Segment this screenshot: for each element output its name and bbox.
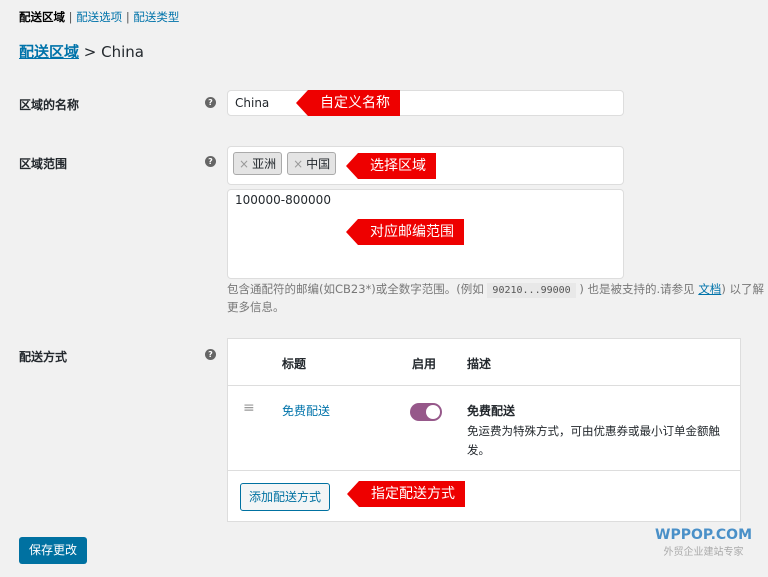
zone-regions-label: 区域范围: [19, 157, 68, 171]
sub-navigation: 配送区域 | 配送选项 | 配送类型: [19, 10, 180, 24]
shipping-methods-table: 标题 启用 描述 ≡ 免费配送 免费配送 免运费为特殊方式，可由优惠券或最小订单…: [227, 338, 741, 522]
add-shipping-method-button[interactable]: 添加配送方式: [240, 483, 331, 511]
breadcrumb-separator: >: [83, 43, 97, 61]
callout-regions: 选择区域: [346, 153, 436, 179]
method-title-link[interactable]: 免费配送: [282, 402, 330, 419]
drag-handle-icon[interactable]: ≡: [243, 400, 255, 416]
method-desc: 免运费为特殊方式，可由优惠券或最小订单金额触发。: [467, 424, 720, 457]
remove-icon[interactable]: ×: [293, 157, 303, 171]
header-title: 标题: [282, 357, 307, 371]
subnav-shipping-zones[interactable]: 配送区域: [19, 10, 65, 24]
method-desc-title: 免费配送: [467, 404, 516, 418]
remove-icon[interactable]: ×: [239, 157, 249, 171]
help-icon[interactable]: ?: [205, 156, 216, 167]
help-icon[interactable]: ?: [205, 349, 216, 360]
zone-name-input[interactable]: China: [227, 90, 624, 116]
callout-add-method: 指定配送方式: [347, 481, 465, 507]
table-row: ≡ 免费配送 免费配送 免运费为特殊方式，可由优惠券或最小订单金额触发。: [228, 386, 740, 471]
breadcrumb: 配送区域 > China: [19, 41, 144, 62]
help-icon[interactable]: ?: [205, 97, 216, 108]
header-description: 描述: [467, 357, 492, 371]
subnav-shipping-options[interactable]: 配送选项: [76, 10, 122, 24]
enabled-toggle[interactable]: [410, 403, 442, 421]
breadcrumb-current: China: [101, 43, 145, 61]
callout-zone-name: 自定义名称: [296, 90, 400, 116]
breadcrumb-zones-link[interactable]: 配送区域: [19, 43, 79, 61]
callout-postcodes: 对应邮编范围: [346, 219, 464, 245]
docs-link[interactable]: 文档: [698, 282, 721, 296]
region-tag: × 亚洲: [233, 152, 283, 175]
save-changes-button[interactable]: 保存更改: [19, 537, 88, 564]
region-tag: × 中国: [287, 152, 337, 175]
postcodes-help-text: 包含通配符的邮编(如CB23*)或全数字范围。(例如 90210...99000…: [227, 282, 764, 314]
watermark-logo: WPPOP.COM 外贸企业建站专家: [655, 527, 752, 558]
zone-name-label: 区域的名称: [19, 98, 80, 112]
subnav-shipping-classes[interactable]: 配送类型: [133, 10, 179, 24]
shipping-methods-label: 配送方式: [19, 350, 68, 364]
header-enabled: 启用: [412, 357, 437, 371]
